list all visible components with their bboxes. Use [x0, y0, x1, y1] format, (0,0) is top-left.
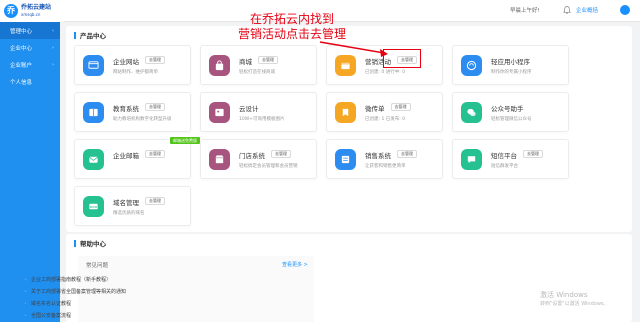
education-icon	[83, 102, 104, 123]
product-card-desc: 10W+可商用模板图片	[239, 117, 285, 122]
product-card[interactable]: 短信平台短信群发平台 去管理	[452, 139, 569, 179]
product-card-name: 企业邮箱	[113, 152, 139, 160]
wechat-icon	[461, 102, 482, 123]
annotation-text: 在乔拓云内找到 营销活动点击去管理	[232, 12, 352, 42]
manage-button[interactable]: 去管理	[397, 150, 417, 158]
sales-icon	[335, 149, 356, 170]
product-card-desc: 已创建: 1 已发布: 0	[365, 117, 406, 122]
faq-more-link[interactable]: 查看更多 >	[282, 261, 308, 268]
product-card-desc: 轻松搞定会员管理和会员营销	[239, 164, 298, 169]
product-card[interactable]: 云设计 10W+可商用模板图片	[200, 92, 317, 132]
marketing-icon	[335, 55, 356, 76]
manage-button[interactable]: 去管理	[145, 197, 165, 205]
manage-button[interactable]: 去管理	[145, 150, 165, 158]
sidebar-item-label: 企业中心	[10, 45, 33, 52]
greeting-text: 早晨上午好!	[510, 8, 540, 14]
highlight-box	[383, 49, 421, 68]
svg-text:www: www	[90, 205, 98, 209]
avatar[interactable]	[620, 5, 630, 15]
manage-button[interactable]: 去管理	[523, 150, 543, 158]
miniapp-icon	[461, 55, 482, 76]
product-card[interactable]: 门店系统轻松搞定会员管理和会员营销 去管理	[200, 139, 317, 179]
annotation-line-1: 在乔拓云内找到	[249, 12, 334, 26]
sidebar-item-label: 管理中心	[10, 28, 33, 35]
product-card-name: 门店系统	[239, 152, 265, 160]
email-promo-badge: 邮箱送免费版	[170, 137, 200, 144]
product-card-name: 域名管理	[113, 199, 139, 207]
product-card-name: 销售系统	[365, 152, 391, 160]
watermark-line-2: 转到"设置"以激活 Windows。	[540, 301, 609, 307]
product-card-name: 公众号助手	[491, 105, 524, 113]
logo-url: xmsqb.cn	[21, 12, 41, 17]
product-card[interactable]: 企业邮箱 去管理	[74, 139, 191, 179]
manage-button[interactable]: 去管理	[258, 56, 278, 64]
product-card-desc: 让获客和销售更简单	[365, 164, 406, 169]
product-card-desc: 精选优质的域名	[113, 211, 145, 216]
sidebar-item-management[interactable]: 管理中心 ‹	[0, 22, 60, 39]
faq-item[interactable]: 全国公安备案流程	[24, 312, 71, 319]
product-card-name: 商城	[239, 58, 252, 66]
flyer-icon	[335, 102, 356, 123]
product-card[interactable]: 企业网站网站制作、维护都简单 去管理	[74, 45, 191, 85]
product-card[interactable]: 销售系统让获客和销售更简单 去管理	[326, 139, 443, 179]
product-card-name: 微传单	[365, 105, 385, 113]
product-card-name: 云设计	[239, 105, 259, 113]
manage-button[interactable]: 去管理	[145, 103, 165, 111]
manage-button[interactable]: 去管理	[145, 56, 165, 64]
logo[interactable]: 乔 乔拓云建站 xmsqb.cn	[0, 0, 64, 22]
product-card-desc: 短信群发平台	[491, 164, 518, 169]
product-card[interactable]: 轻应用小程序 制作你的专属小程序	[452, 45, 569, 85]
product-card[interactable]: 微传单已创建: 1 已发布: 0 去管理	[326, 92, 443, 132]
product-card-name: 企业网站	[113, 58, 139, 66]
windows-activation-watermark: 激活 Windows 转到"设置"以激活 Windows。	[540, 291, 609, 309]
sidebar-item-label: 个人信息	[10, 79, 33, 86]
bell-icon[interactable]	[562, 5, 572, 15]
product-card[interactable]: 公众号助手轻松管理微信公众号	[452, 92, 569, 132]
sms-icon	[461, 149, 482, 170]
product-card-desc: 网站制作、维护都简单	[113, 70, 158, 75]
faq-item[interactable]: 域名实名认证教程	[24, 300, 71, 307]
product-card[interactable]: 商城轻松打造在线商城 去管理	[200, 45, 317, 85]
design-icon	[209, 102, 230, 123]
faq-title: 常见问题	[86, 263, 109, 269]
watermark-line-1: 激活 Windows	[540, 291, 588, 299]
store-icon	[209, 149, 230, 170]
manage-button[interactable]: 去管理	[390, 103, 411, 111]
annotation-line-2: 营销活动点击去管理	[237, 27, 346, 41]
product-card-name: 轻应用小程序	[491, 58, 530, 66]
logo-icon: 乔	[4, 4, 18, 18]
sidebar-item-label: 企业账户	[10, 62, 33, 69]
product-card[interactable]: www 域名管理精选优质的域名 去管理	[74, 186, 191, 226]
sidebar-item-enterprise[interactable]: 企业中心 ›	[0, 39, 60, 56]
chevron-icon: ‹	[52, 27, 54, 34]
product-card-desc: 助力教培机构数字化转型升级	[113, 117, 172, 122]
sidebar-item-account[interactable]: 企业账户 ›	[0, 56, 60, 73]
shop-bag-icon	[209, 55, 230, 76]
product-card-name: 教育系统	[113, 105, 139, 113]
product-card-desc: 制作你的专属小程序	[491, 70, 532, 75]
sidebar-item-personal[interactable]: 个人信息	[0, 73, 60, 90]
product-center-title: 产品中心	[74, 30, 106, 40]
manage-button[interactable]: 去管理	[271, 150, 291, 158]
help-center-title: 帮助中心	[74, 238, 106, 248]
product-card-desc: 轻松打造在线商城	[239, 70, 275, 75]
faq-item[interactable]: 企业工商部署指南教程（新手教程）	[24, 276, 111, 283]
domain-icon: www	[83, 196, 104, 217]
chevron-icon: ›	[52, 61, 54, 68]
product-card-desc: 已创建: 0 进行中: 0	[365, 70, 406, 75]
website-icon	[83, 55, 104, 76]
logo-name: 乔拓云建站	[21, 4, 52, 11]
chevron-icon: ›	[52, 44, 54, 51]
user-menu[interactable]: 企业概括	[576, 6, 598, 14]
product-card-desc: 轻松管理微信公众号	[491, 117, 532, 122]
faq-item[interactable]: 关于工商部署省全国备案管理等相关的通知	[24, 288, 126, 295]
product-card-name: 短信平台	[491, 152, 517, 160]
product-card[interactable]: 教育系统助力教培机构数字化转型升级 去管理	[74, 92, 191, 132]
email-icon	[83, 149, 104, 170]
